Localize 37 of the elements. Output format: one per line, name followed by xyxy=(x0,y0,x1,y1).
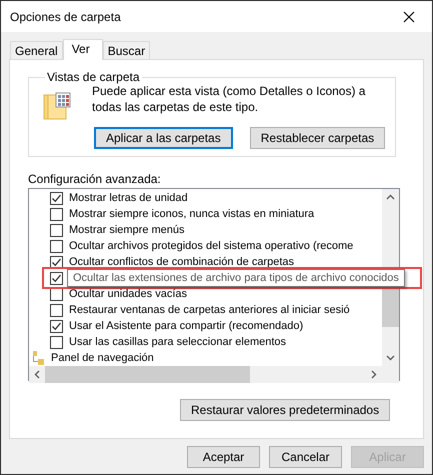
checkbox[interactable] xyxy=(50,208,63,220)
setting-label: Ocultar unidades vacías xyxy=(69,288,188,300)
checkbox[interactable] xyxy=(50,240,63,252)
tooltip: Ocultar las extensiones de archivo para tipos de archivo conocidos xyxy=(67,269,405,287)
tab[interactable]: General xyxy=(10,41,63,59)
checkbox[interactable] xyxy=(50,272,63,284)
setting-label: Mostrar letras de unidad xyxy=(69,192,188,204)
folder-grid-icon xyxy=(43,92,71,120)
setting-label: Ocultar archivos protegidos del sistema operativo (recome xyxy=(69,240,354,252)
checkbox[interactable] xyxy=(50,192,63,204)
window-title: Opciones de carpeta xyxy=(10,10,121,24)
setting-label: Usar las casillas para seleccionar elementos xyxy=(69,336,286,348)
horizontal-scrollbar[interactable] xyxy=(29,366,382,383)
setting-label: Mostrar siempre iconos, nunca vistas en miniatura xyxy=(69,208,314,220)
close-icon xyxy=(403,10,415,22)
scrollbar-thumb[interactable] xyxy=(45,366,250,383)
ok-button[interactable]: Aceptar xyxy=(187,446,260,468)
setting-label: Restaurar ventanas de carpetas anteriores al iniciar sesió xyxy=(69,304,350,316)
description-text: Puede aplicar esta vista (como Detalles o Iconos) a todas las carpetas de este tipo. xyxy=(92,84,366,115)
checkbox[interactable] xyxy=(50,320,63,332)
checkbox[interactable] xyxy=(50,256,63,268)
cancel-button[interactable]: Cancelar xyxy=(269,446,342,468)
tab[interactable]: Buscar xyxy=(102,41,150,59)
setting-label: Mostrar siempre menús xyxy=(69,224,185,236)
checkbox[interactable] xyxy=(50,224,63,236)
section-label: Configuración avanzada: xyxy=(28,172,162,186)
checkbox[interactable] xyxy=(50,336,63,348)
setting-label: Ocultar conflictos de combinación de carpetas xyxy=(69,256,294,268)
setting-label: Usar el Asistente para compartir (recomendado) xyxy=(69,320,304,332)
group-title: Vistas de carpeta xyxy=(46,70,141,84)
restore-defaults-button[interactable]: Restaurar valores predeterminados xyxy=(180,399,390,421)
setting-label: Panel de navegación xyxy=(51,352,154,364)
apply-folders-button[interactable]: Aplicar a las carpetas xyxy=(94,127,233,149)
folder-tree-icon xyxy=(33,351,45,365)
checkbox[interactable] xyxy=(50,304,63,316)
reset-folders-button[interactable]: Restablecer carpetas xyxy=(250,127,386,149)
tab[interactable]: Ver xyxy=(62,39,103,60)
